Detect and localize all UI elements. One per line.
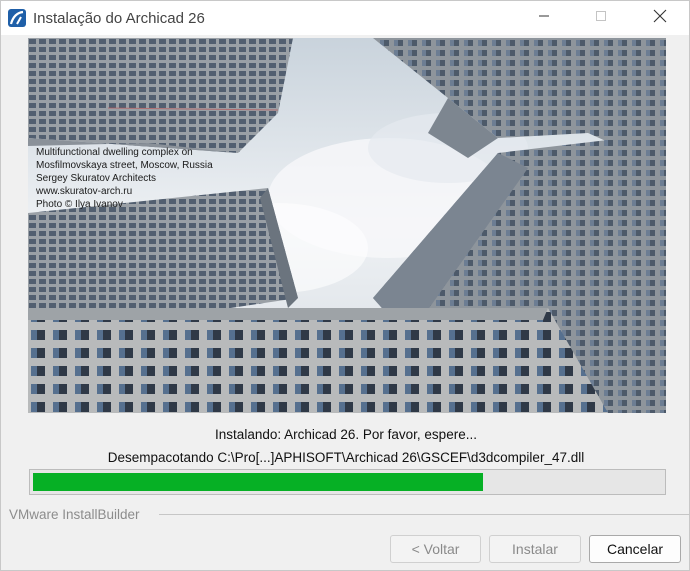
caption-line: Mosfilmovskaya street, Moscow, Russia (36, 160, 213, 171)
minimize-icon (538, 9, 550, 27)
title-bar[interactable]: Instalação do Archicad 26 (1, 1, 689, 35)
cancel-button[interactable]: Cancelar (589, 535, 681, 563)
installer-window: Instalação do Archicad 26 Multifunctiona… (0, 0, 690, 571)
caption-line: Photo © Ilya Ivanov (36, 199, 123, 210)
maximize-icon (595, 9, 607, 27)
caption-line: www.skuratov-arch.ru (36, 186, 133, 197)
minimize-button[interactable] (521, 1, 567, 35)
back-button[interactable]: < Voltar (390, 535, 481, 563)
install-button[interactable]: Instalar (489, 535, 581, 563)
caption-line: Multifunctional dwelling complex on (36, 147, 193, 158)
progress-bar (29, 469, 666, 495)
archicad-logo-icon (8, 9, 26, 27)
progress-fill (33, 473, 483, 491)
divider (159, 514, 690, 515)
install-status-text: Instalando: Archicad 26. Por favor, espe… (215, 427, 477, 442)
window-title: Instalação do Archicad 26 (33, 10, 205, 27)
unpack-status-text: Desempacotando C:\Pro[...]APHISOFT\Archi… (107, 450, 585, 465)
close-icon (653, 9, 667, 28)
photo-caption: Multifunctional dwelling complex on Mosf… (36, 146, 213, 211)
building-photo (28, 38, 666, 413)
maximize-button[interactable] (578, 1, 624, 35)
close-button[interactable] (637, 1, 683, 35)
banner-image: Multifunctional dwelling complex on Mosf… (28, 38, 666, 413)
caption-line: Sergey Skuratov Architects (36, 173, 157, 184)
installer-brand-label: VMware InstallBuilder (9, 507, 140, 522)
